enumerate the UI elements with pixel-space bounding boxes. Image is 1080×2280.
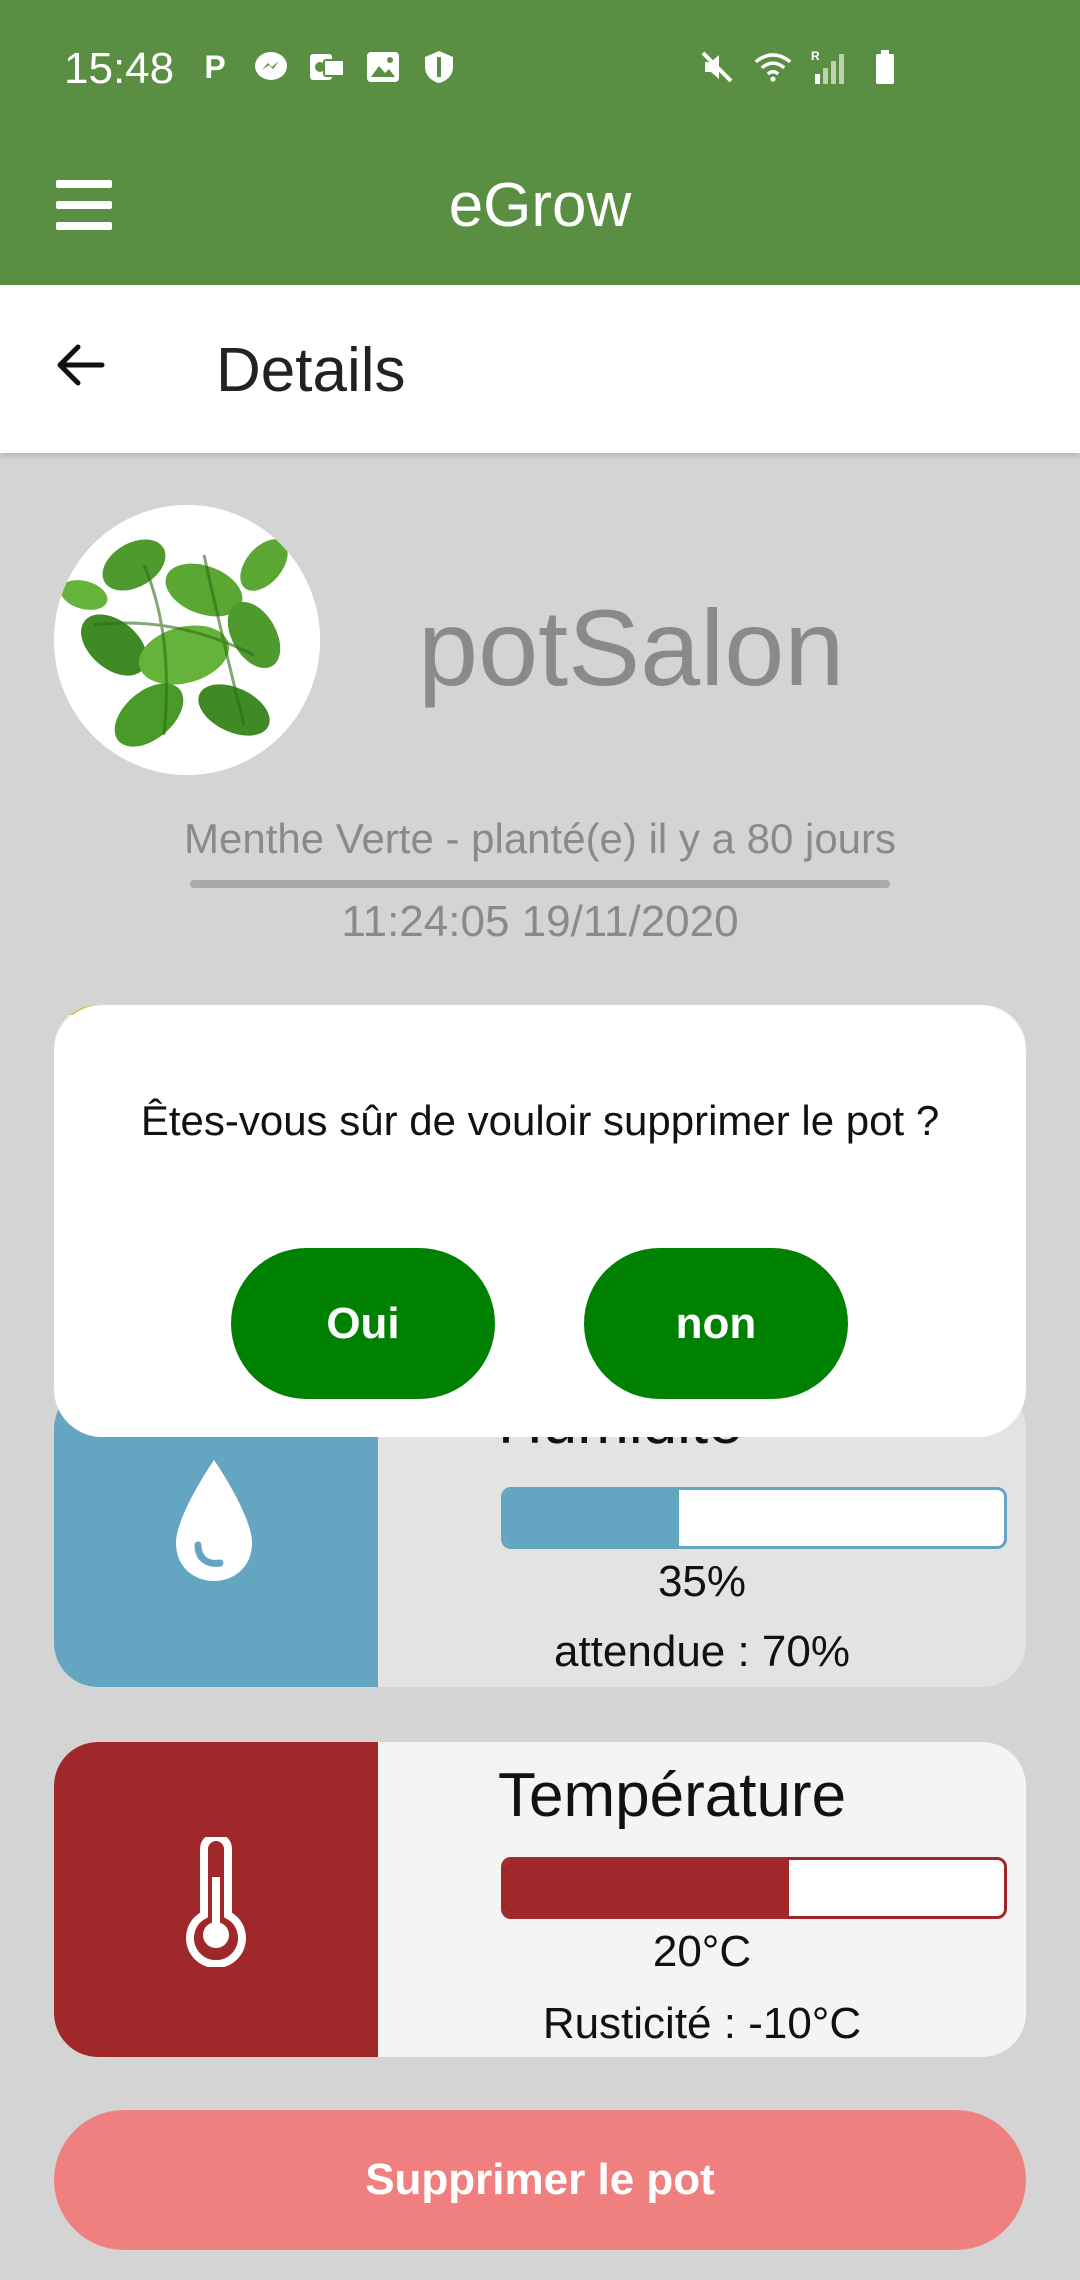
back-arrow-icon[interactable] [50, 335, 110, 395]
humidity-expected: attendue : 70% [553, 1627, 850, 1676]
temperature-title: Température [498, 1761, 847, 1830]
temperature-body: Température 20°C Rusticité : -10°C [378, 1742, 1026, 2057]
delete-pot-button[interactable]: Supprimer le pot [54, 2110, 1026, 2250]
app-title: eGrow [448, 171, 632, 240]
humidity-progress-fill [504, 1490, 679, 1546]
temperature-progress-bar [501, 1857, 1007, 1919]
no-button[interactable]: non [584, 1248, 848, 1399]
system-icons: R [698, 48, 904, 86]
outlook-icon [308, 48, 346, 86]
humidity-value: 35% [657, 1557, 747, 1606]
status-bar: 15:48 P R [0, 0, 1080, 140]
humidity-progress-bar [501, 1487, 1007, 1549]
signal-icon: R [810, 48, 848, 86]
thermometer-icon [186, 1837, 246, 1967]
notification-icons: P [196, 48, 458, 86]
temperature-progress-fill [504, 1860, 789, 1916]
temperature-hardiness: Rusticité : -10°C [542, 1999, 862, 2048]
svg-text:R: R [811, 49, 820, 63]
mute-icon [698, 48, 736, 86]
pot-name: potSalon [418, 587, 845, 708]
plant-info: Menthe Verte - planté(e) il y a 80 jours [183, 815, 897, 862]
timestamp: 11:24:05 19/11/2020 [341, 897, 739, 946]
confirm-delete-dialog: Êtes-vous sûr de vouloir supprimer le po… [54, 1005, 1026, 1437]
temperature-value: 20°C [652, 1927, 752, 1976]
plant-image [54, 505, 320, 775]
messenger-icon [252, 48, 290, 86]
sub-header: Details [0, 285, 1080, 453]
gallery-icon [364, 48, 402, 86]
app-bar: eGrow [0, 140, 1080, 285]
temperature-icon-panel [54, 1742, 378, 2057]
page-title: Details [216, 336, 406, 405]
yes-button[interactable]: Oui [231, 1248, 495, 1399]
parking-icon: P [204, 48, 226, 85]
status-time: 15:48 [64, 44, 175, 93]
divider [190, 880, 890, 888]
shield-icon [420, 48, 458, 86]
wifi-icon [754, 48, 792, 86]
water-drop-icon [176, 1460, 252, 1581]
battery-icon [866, 48, 904, 86]
dialog-message: Êtes-vous sûr de vouloir supprimer le po… [140, 1097, 940, 1144]
temperature-card: Température 20°C Rusticité : -10°C [54, 1742, 1026, 2057]
